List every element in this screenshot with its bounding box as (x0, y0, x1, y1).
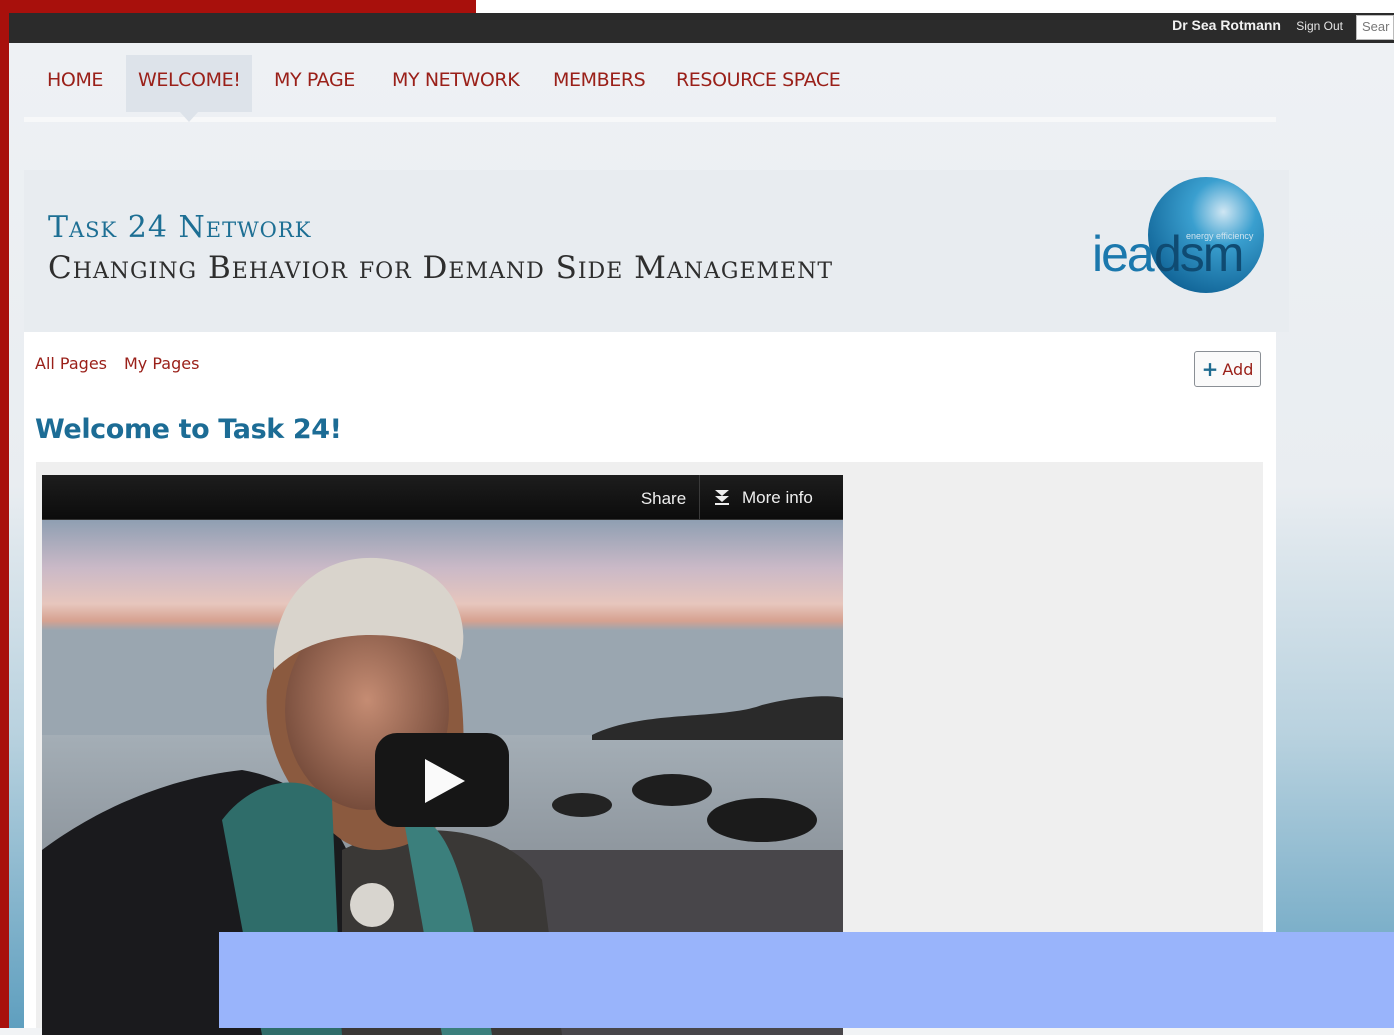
user-name-link[interactable]: Dr Sea Rotmann (1172, 17, 1281, 33)
page-content: All Pages My Pages + Add Welcome to Task … (24, 332, 1276, 1035)
site-subtitle: Changing Behavior for Demand Side Manage… (48, 250, 834, 286)
video-title-bar: Share More info (42, 475, 843, 520)
nav-resource-space[interactable]: RESOURCE SPACE (676, 55, 841, 112)
plus-icon: + (1201, 357, 1219, 381)
double-chevron-down-icon (715, 490, 729, 505)
main-nav: HOME WELCOME! MY PAGE MY NETWORK MEMBERS… (24, 55, 1276, 122)
ieadsm-logo[interactable]: iea dsm energy efficiency (1092, 173, 1267, 293)
user-bar: Dr Sea Rotmann Sign Out Sear (9, 13, 1394, 43)
nav-welcome[interactable]: WELCOME! (126, 55, 253, 122)
nav-my-network[interactable]: MY NETWORK (392, 55, 520, 112)
frame-top-right (476, 0, 1394, 13)
site-title: Task 24 Network (48, 210, 312, 245)
video-share-button[interactable]: Share (628, 475, 700, 519)
frame-top-edge (0, 0, 476, 13)
page-title: Welcome to Task 24! (35, 414, 342, 445)
frame-left-edge (0, 0, 9, 1028)
all-pages-link[interactable]: All Pages (35, 354, 107, 373)
nav-members[interactable]: MEMBERS (553, 55, 646, 112)
add-button-label: Add (1222, 360, 1254, 379)
play-button[interactable] (375, 733, 509, 827)
sign-out-link[interactable]: Sign Out (1296, 19, 1343, 33)
add-page-button[interactable]: + Add (1194, 351, 1261, 387)
redaction-overlay (219, 932, 1394, 1028)
svg-text:iea: iea (1092, 226, 1155, 282)
site-header-banner: Task 24 Network Changing Behavior for De… (24, 170, 1289, 332)
svg-text:energy efficiency: energy efficiency (1186, 231, 1254, 241)
more-info-label: More info (742, 488, 813, 507)
nav-home[interactable]: HOME (47, 55, 103, 112)
video-more-info-button[interactable]: More info (714, 475, 813, 519)
my-pages-link[interactable]: My Pages (124, 354, 199, 373)
search-input[interactable]: Sear (1356, 15, 1394, 40)
nav-my-page[interactable]: MY PAGE (274, 55, 355, 112)
